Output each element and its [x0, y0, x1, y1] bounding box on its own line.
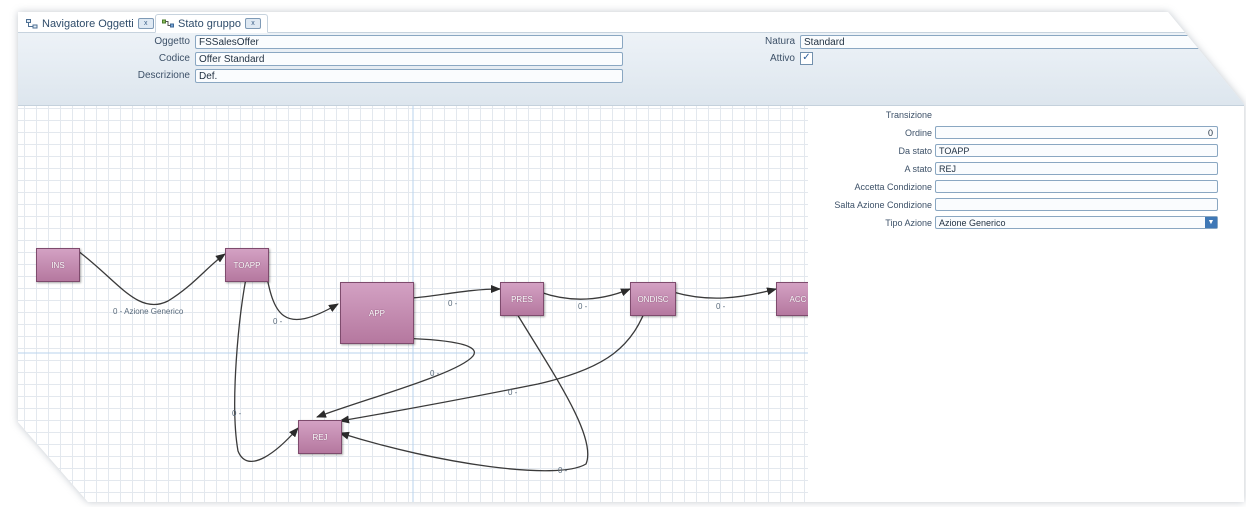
state-node-pres[interactable]: PRES: [500, 282, 544, 316]
da-stato-label: Da stato: [898, 146, 932, 156]
edge-label: 0 -: [558, 466, 568, 475]
natura-label: Natura: [764, 36, 795, 47]
node-label: ONDISC: [637, 294, 669, 304]
descrizione-field[interactable]: Def.: [195, 69, 623, 83]
edge-label: 0 -: [508, 388, 518, 397]
group-state-form: Oggetto FSSalesOffer Codice Offer Standa…: [18, 33, 1244, 106]
edge-app-rej: [316, 337, 476, 418]
state-node-toapp[interactable]: TOAPP: [225, 248, 269, 282]
node-label: INS: [51, 260, 65, 270]
oggetto-field[interactable]: FSSalesOffer: [195, 35, 623, 49]
tipo-azione-value: Azione Generico: [939, 218, 1006, 228]
tipo-azione-select[interactable]: Azione Generico ▼: [935, 216, 1218, 229]
attivo-checkbox[interactable]: ✓: [800, 52, 813, 65]
edge-ins-toapp: [77, 250, 226, 306]
descrizione-label: Descrizione: [137, 70, 190, 81]
edge-label: 0 -: [232, 409, 242, 418]
node-label: TOAPP: [233, 260, 261, 270]
accetta-condizione-field[interactable]: [935, 180, 1218, 193]
edge-ondisc-acc: [672, 287, 777, 299]
workflow-icon: [162, 19, 174, 27]
salta-azione-condizione-field[interactable]: [935, 198, 1218, 211]
tab-bar: Navigatore Oggetti x Stato gruppo x: [18, 12, 1244, 33]
tab-close-icon[interactable]: x: [137, 18, 154, 29]
edge-app-pres: [411, 285, 501, 299]
edge-label: 0 - Azione Generico: [113, 307, 184, 316]
tab-stato-gruppo[interactable]: Stato gruppo x: [155, 14, 268, 33]
app-window: Navigatore Oggetti x Stato gruppo x Ogge…: [18, 12, 1244, 502]
accetta-condizione-label: Accetta Condizione: [854, 182, 932, 192]
node-label: APP: [368, 308, 385, 318]
node-label: REJ: [312, 432, 328, 442]
edge-label: 0 -: [448, 299, 458, 308]
node-label: ACC: [789, 294, 807, 304]
state-node-rej[interactable]: REJ: [298, 420, 342, 454]
transition-properties-panel: Transizione Ordine 0 Da stato TOAPP A st…: [808, 106, 1244, 502]
screenshot-stage: Navigatore Oggetti x Stato gruppo x Ogge…: [0, 0, 1246, 507]
a-stato-field[interactable]: REJ: [935, 162, 1218, 175]
state-node-ins[interactable]: INS: [36, 248, 80, 282]
tab-navigatore-oggetti[interactable]: Navigatore Oggetti x: [20, 15, 160, 32]
codice-label: Codice: [158, 53, 190, 64]
transizione-header: Transizione: [885, 110, 932, 120]
edge-label: 0 -: [430, 369, 440, 378]
tab-close-icon[interactable]: x: [245, 18, 261, 29]
edge-pres-ondisc: [539, 288, 631, 300]
node-label: PRES: [511, 294, 533, 304]
state-node-ondisc[interactable]: ONDISC: [630, 282, 676, 316]
edge-label: 0 -: [273, 317, 283, 326]
codice-field[interactable]: Offer Standard: [195, 52, 623, 66]
edge-toapp-rej: [234, 267, 299, 463]
a-stato-label: A stato: [904, 164, 932, 174]
ordine-label: Ordine: [904, 128, 932, 138]
salta-azione-condizione-label: Salta Azione Condizione: [834, 200, 932, 210]
tipo-azione-label: Tipo Azione: [885, 218, 932, 228]
tree-icon: [26, 18, 38, 28]
chevron-down-icon[interactable]: ▼: [1205, 217, 1217, 228]
edge-label: 0 -: [716, 302, 726, 311]
attivo-label: Attivo: [769, 53, 795, 64]
da-stato-field[interactable]: TOAPP: [935, 144, 1218, 157]
edge-toapp-app: [264, 265, 339, 321]
ordine-field[interactable]: 0: [935, 126, 1218, 139]
natura-field[interactable]: Standard: [800, 35, 1230, 49]
workflow-diagram-canvas[interactable]: INS TOAPP APP PRES ONDISC ACC REJ 0 - Az…: [18, 106, 820, 502]
tab-label: Navigatore Oggetti: [42, 17, 134, 30]
oggetto-label: Oggetto: [154, 36, 190, 47]
state-node-app[interactable]: APP: [340, 282, 414, 344]
edge-label: 0 -: [578, 302, 588, 311]
tab-label: Stato gruppo: [178, 17, 241, 30]
